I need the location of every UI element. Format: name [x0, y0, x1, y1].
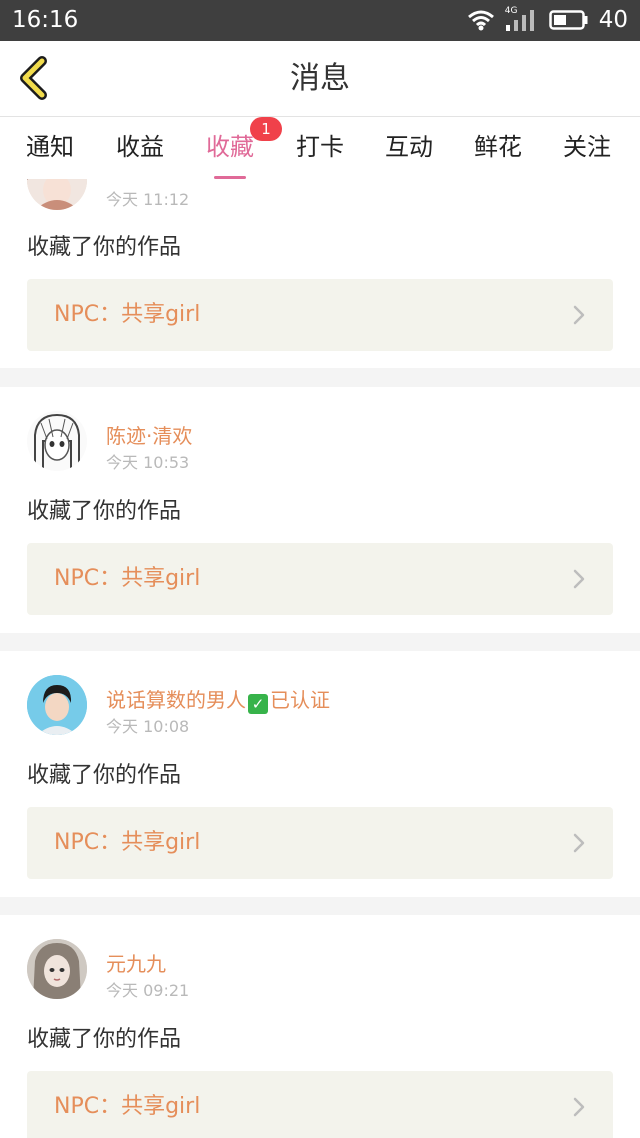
work-title: NPC：共享girl	[54, 830, 201, 855]
tab-follows[interactable]: 关注	[563, 127, 611, 171]
user-name[interactable]: 说话算数的男人 ✓ 已认证	[106, 684, 330, 714]
user-avatar-image	[27, 179, 87, 210]
chevron-right-icon	[573, 569, 585, 589]
tab-notifications[interactable]: 通知	[26, 127, 74, 171]
tab-interactions[interactable]: 互动	[385, 127, 433, 171]
message-card: 说话算数的男人 ✓ 已认证 今天 10:08 收藏了你的作品 NPC：共享girl	[0, 651, 640, 897]
tab-flowers[interactable]: 鲜花	[474, 127, 522, 171]
action-text: 收藏了你的作品	[27, 235, 182, 260]
avatar[interactable]	[27, 939, 87, 999]
user-avatar-image	[27, 675, 87, 735]
work-title: NPC：共享girl	[54, 302, 201, 327]
message-time: 今天 10:08	[106, 717, 190, 736]
action-text: 收藏了你的作品	[27, 1027, 182, 1052]
status-bar: 16:16 4G 40	[0, 0, 640, 41]
message-time: 今天 11:12	[106, 190, 190, 209]
work-title: NPC：共享girl	[54, 1094, 201, 1119]
user-avatar-image	[27, 411, 87, 471]
avatar[interactable]	[27, 675, 87, 735]
chevron-right-icon	[573, 833, 585, 853]
avatar[interactable]	[27, 411, 87, 471]
message-time: 今天 09:21	[106, 981, 190, 1000]
tab-earnings[interactable]: 收益	[116, 127, 164, 171]
header: 消息	[0, 41, 640, 117]
tab-favorites-label: 收藏	[206, 133, 254, 161]
message-list[interactable]: 今天 11:12 收藏了你的作品 NPC：共享girl 陈迹·清欢 今天 10:…	[0, 179, 640, 1138]
verified-label: 已认证	[270, 688, 330, 712]
user-name[interactable]: 陈迹·清欢	[106, 420, 192, 449]
message-card: 元九九 今天 09:21 收藏了你的作品 NPC：共享girl	[0, 915, 640, 1138]
tab-bar: 通知 收益 收藏 1 打卡 互动 鲜花 关注	[0, 117, 640, 179]
user-name-text: 说话算数的男人	[106, 688, 246, 712]
work-link[interactable]: NPC：共享girl	[27, 807, 613, 879]
action-text: 收藏了你的作品	[27, 499, 182, 524]
battery-icon	[548, 10, 588, 30]
work-link[interactable]: NPC：共享girl	[27, 1071, 613, 1138]
user-name[interactable]: 元九九	[106, 948, 166, 977]
status-icons: 4G 40	[467, 4, 628, 36]
chevron-right-icon	[573, 305, 585, 325]
status-time: 16:16	[12, 7, 79, 33]
wifi-icon	[467, 10, 494, 31]
tab-favorites[interactable]: 收藏 1	[206, 117, 282, 179]
action-text: 收藏了你的作品	[27, 763, 182, 788]
message-card: 陈迹·清欢 今天 10:53 收藏了你的作品 NPC：共享girl	[0, 387, 640, 633]
message-card: 今天 11:12 收藏了你的作品 NPC：共享girl	[0, 179, 640, 368]
battery-level: 40	[598, 7, 628, 33]
work-link[interactable]: NPC：共享girl	[27, 279, 613, 351]
user-avatar-image	[27, 939, 87, 999]
verified-check-icon: ✓	[248, 694, 268, 714]
cellular-signal-icon: 4G	[505, 6, 539, 32]
tab-checkin[interactable]: 打卡	[296, 127, 344, 171]
unread-badge: 1	[250, 117, 282, 141]
avatar[interactable]	[27, 179, 87, 210]
message-time: 今天 10:53	[106, 453, 190, 472]
work-title: NPC：共享girl	[54, 566, 201, 591]
page-title: 消息	[290, 61, 350, 96]
work-link[interactable]: NPC：共享girl	[27, 543, 613, 615]
chevron-right-icon	[573, 1097, 585, 1117]
